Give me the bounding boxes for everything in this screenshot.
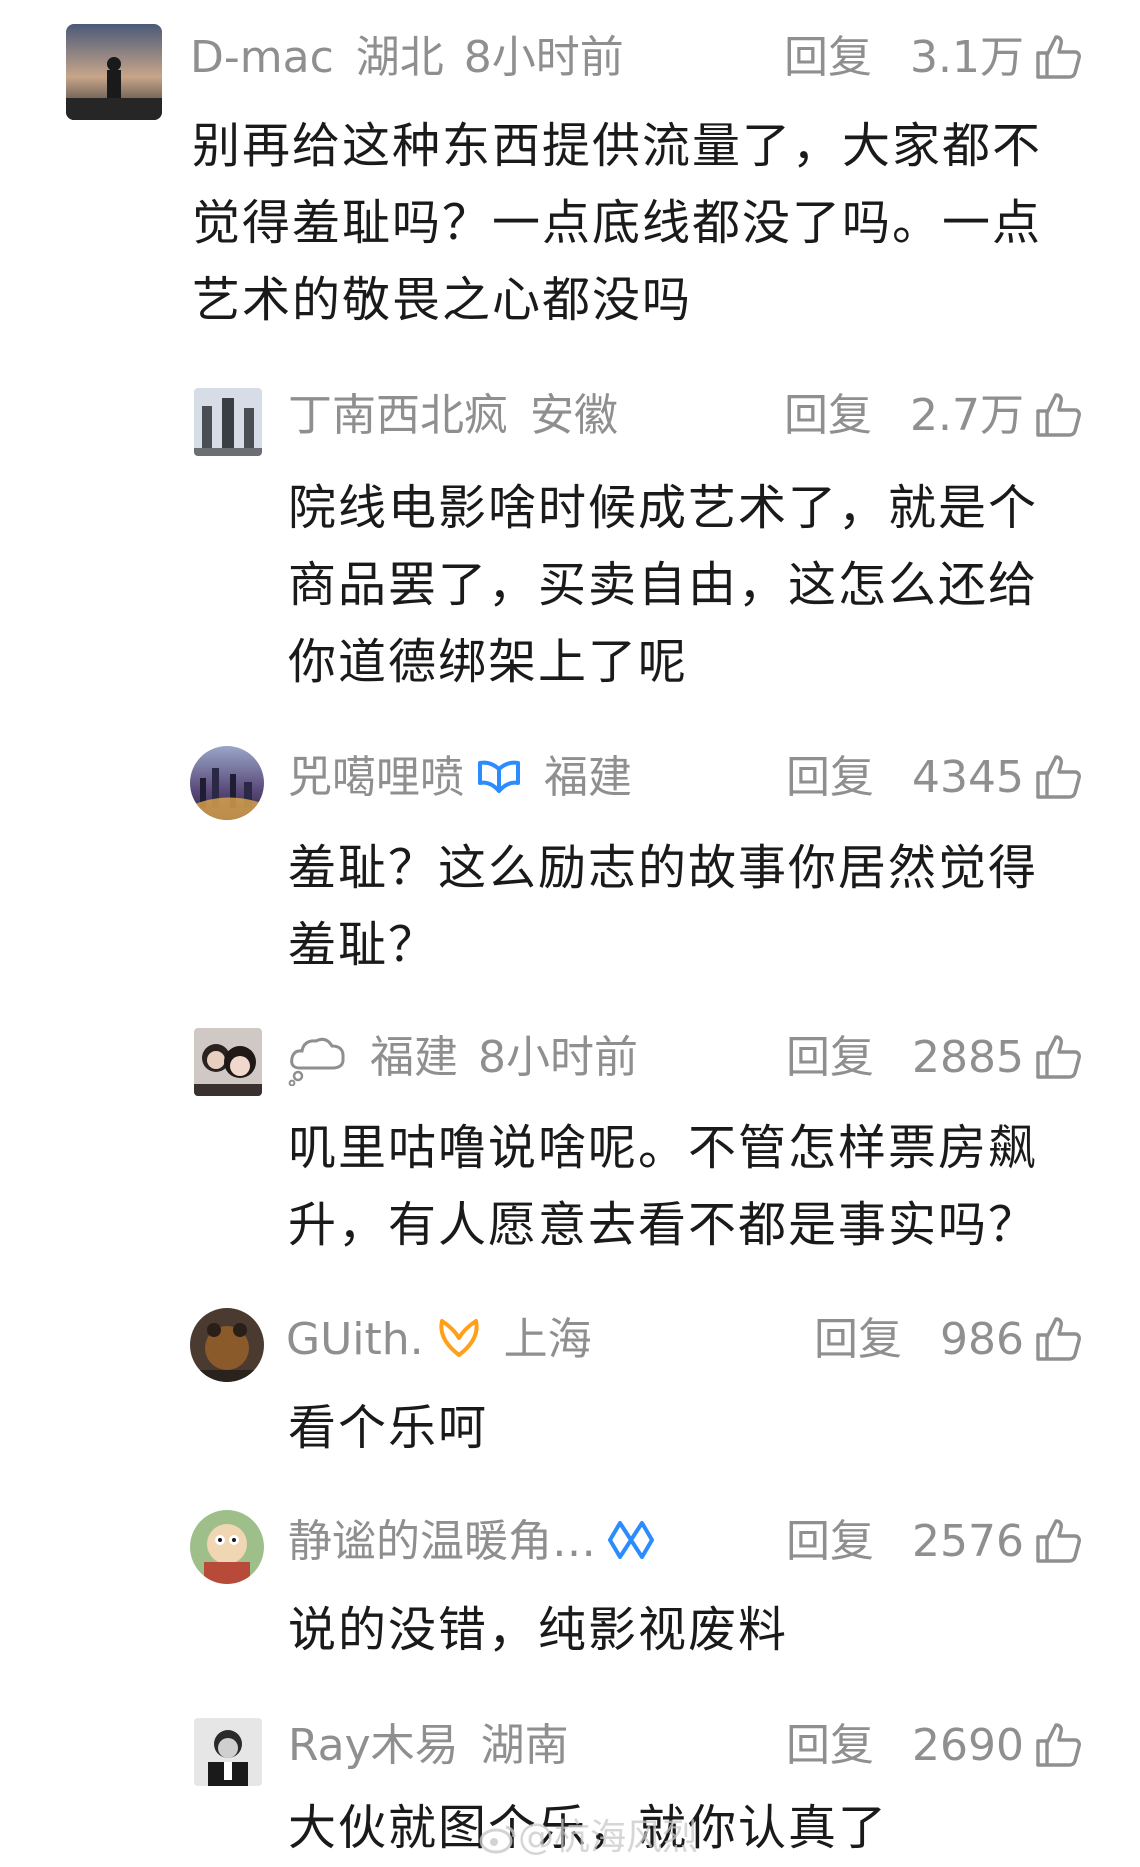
comment-meta: 兕噶哩喷 福建 xyxy=(288,748,632,808)
comment-actions: 回复 986 xyxy=(814,1310,1084,1370)
avatar[interactable] xyxy=(190,1308,264,1382)
comment-actions: 回复 2576 xyxy=(786,1512,1084,1572)
vip-badge-icon xyxy=(436,1315,482,1361)
reply-button[interactable]: 回复 xyxy=(784,390,872,441)
thumbs-up-icon[interactable] xyxy=(1034,751,1084,801)
reply-button[interactable]: 回复 xyxy=(784,32,872,83)
comment-text: 看个乐呵 xyxy=(288,1400,489,1456)
comment-actions: 回复 2.7万 xyxy=(784,386,1084,446)
comment-meta: 静谧的温暖角… xyxy=(288,1512,654,1572)
like-count: 2576 xyxy=(912,1516,1024,1567)
avatar-image xyxy=(194,388,262,456)
location: 福建 xyxy=(544,752,632,803)
location: 福建 xyxy=(370,1032,458,1083)
like-count: 2885 xyxy=(912,1032,1024,1083)
reply-button[interactable]: 回复 xyxy=(786,752,874,803)
comment-actions: 回复 3.1万 xyxy=(784,28,1084,88)
cloud-icon xyxy=(288,1030,348,1087)
location: 安徽 xyxy=(530,390,618,441)
like-count: 4345 xyxy=(912,752,1024,803)
location: 湖北 xyxy=(355,32,444,83)
vip-badge-icon xyxy=(608,1517,654,1563)
avatar[interactable] xyxy=(194,1028,262,1096)
thumbs-up-icon[interactable] xyxy=(1034,389,1084,439)
avatar-image xyxy=(190,746,264,820)
like-count: 986 xyxy=(940,1314,1024,1365)
reply-button[interactable]: 回复 xyxy=(786,1032,874,1083)
like-count: 3.1万 xyxy=(910,32,1024,83)
avatar[interactable] xyxy=(190,746,264,820)
comment-meta: 福建 8小时前 xyxy=(288,1028,638,1088)
like-count: 2690 xyxy=(912,1720,1024,1771)
comment-text: 羞耻？这么励志的故事你居然觉得 羞耻？ xyxy=(288,840,1039,973)
comment-text: 院线电影啥时候成艺术了，就是个 商品罢了，买卖自由，这怎么还给 你道德绑架上了呢 xyxy=(288,480,1039,690)
avatar-image xyxy=(66,24,162,120)
avatar-image xyxy=(194,1028,262,1096)
comment-meta: Ray木易 湖南 xyxy=(288,1716,569,1776)
location: 上海 xyxy=(503,1314,592,1365)
reply-button[interactable]: 回复 xyxy=(814,1314,902,1365)
comment-actions: 回复 2690 xyxy=(786,1716,1084,1776)
comment-actions: 回复 2885 xyxy=(786,1028,1084,1088)
like-count: 2.7万 xyxy=(910,390,1024,441)
avatar[interactable] xyxy=(190,1510,264,1584)
avatar[interactable] xyxy=(66,24,162,120)
thumbs-up-icon[interactable] xyxy=(1034,1515,1084,1565)
avatar[interactable] xyxy=(194,388,262,456)
comment-meta: GUith. 上海 xyxy=(286,1310,592,1370)
username[interactable]: GUith. xyxy=(286,1314,424,1365)
comment-meta: D-mac 湖北 8小时前 xyxy=(190,28,624,88)
username[interactable]: Ray木易 xyxy=(288,1720,459,1771)
comment-actions: 回复 4345 xyxy=(786,748,1084,808)
comment-meta: 丁南西北疯 安徽 xyxy=(288,386,618,446)
thumbs-up-icon[interactable] xyxy=(1034,1719,1084,1769)
avatar-image xyxy=(190,1510,264,1584)
comment-text: 说的没错，纯影视废料 xyxy=(288,1602,789,1658)
avatar-image xyxy=(194,1718,262,1786)
username[interactable]: 丁南西北疯 xyxy=(288,390,508,441)
timestamp: 8小时前 xyxy=(478,1032,638,1083)
username[interactable]: 静谧的温暖角… xyxy=(288,1516,596,1567)
avatar-image xyxy=(190,1308,264,1382)
reply-button[interactable]: 回复 xyxy=(786,1720,874,1771)
reply-button[interactable]: 回复 xyxy=(786,1516,874,1567)
vip-badge-icon xyxy=(476,753,522,799)
comment-text: 叽里咕噜说啥呢。不管怎样票房飙 升，有人愿意去看不都是事实吗？ xyxy=(288,1120,1039,1253)
username[interactable]: 兕噶哩喷 xyxy=(288,752,464,803)
username[interactable]: D-mac xyxy=(190,32,334,83)
watermark-text: @杭海风烈 xyxy=(518,1817,699,1858)
thumbs-up-icon[interactable] xyxy=(1034,1313,1084,1363)
watermark: @杭海风烈 xyxy=(478,1812,698,1864)
thumbs-up-icon[interactable] xyxy=(1034,1031,1084,1081)
avatar[interactable] xyxy=(194,1718,262,1786)
comment-text: 别再给这种东西提供流量了，大家都不 觉得羞耻吗？一点底线都没了吗。一点 艺术的敬… xyxy=(192,118,1043,328)
location: 湖南 xyxy=(480,1720,569,1771)
timestamp: 8小时前 xyxy=(463,32,624,83)
weibo-logo-icon xyxy=(479,1825,516,1854)
thumbs-up-icon[interactable] xyxy=(1034,31,1084,81)
